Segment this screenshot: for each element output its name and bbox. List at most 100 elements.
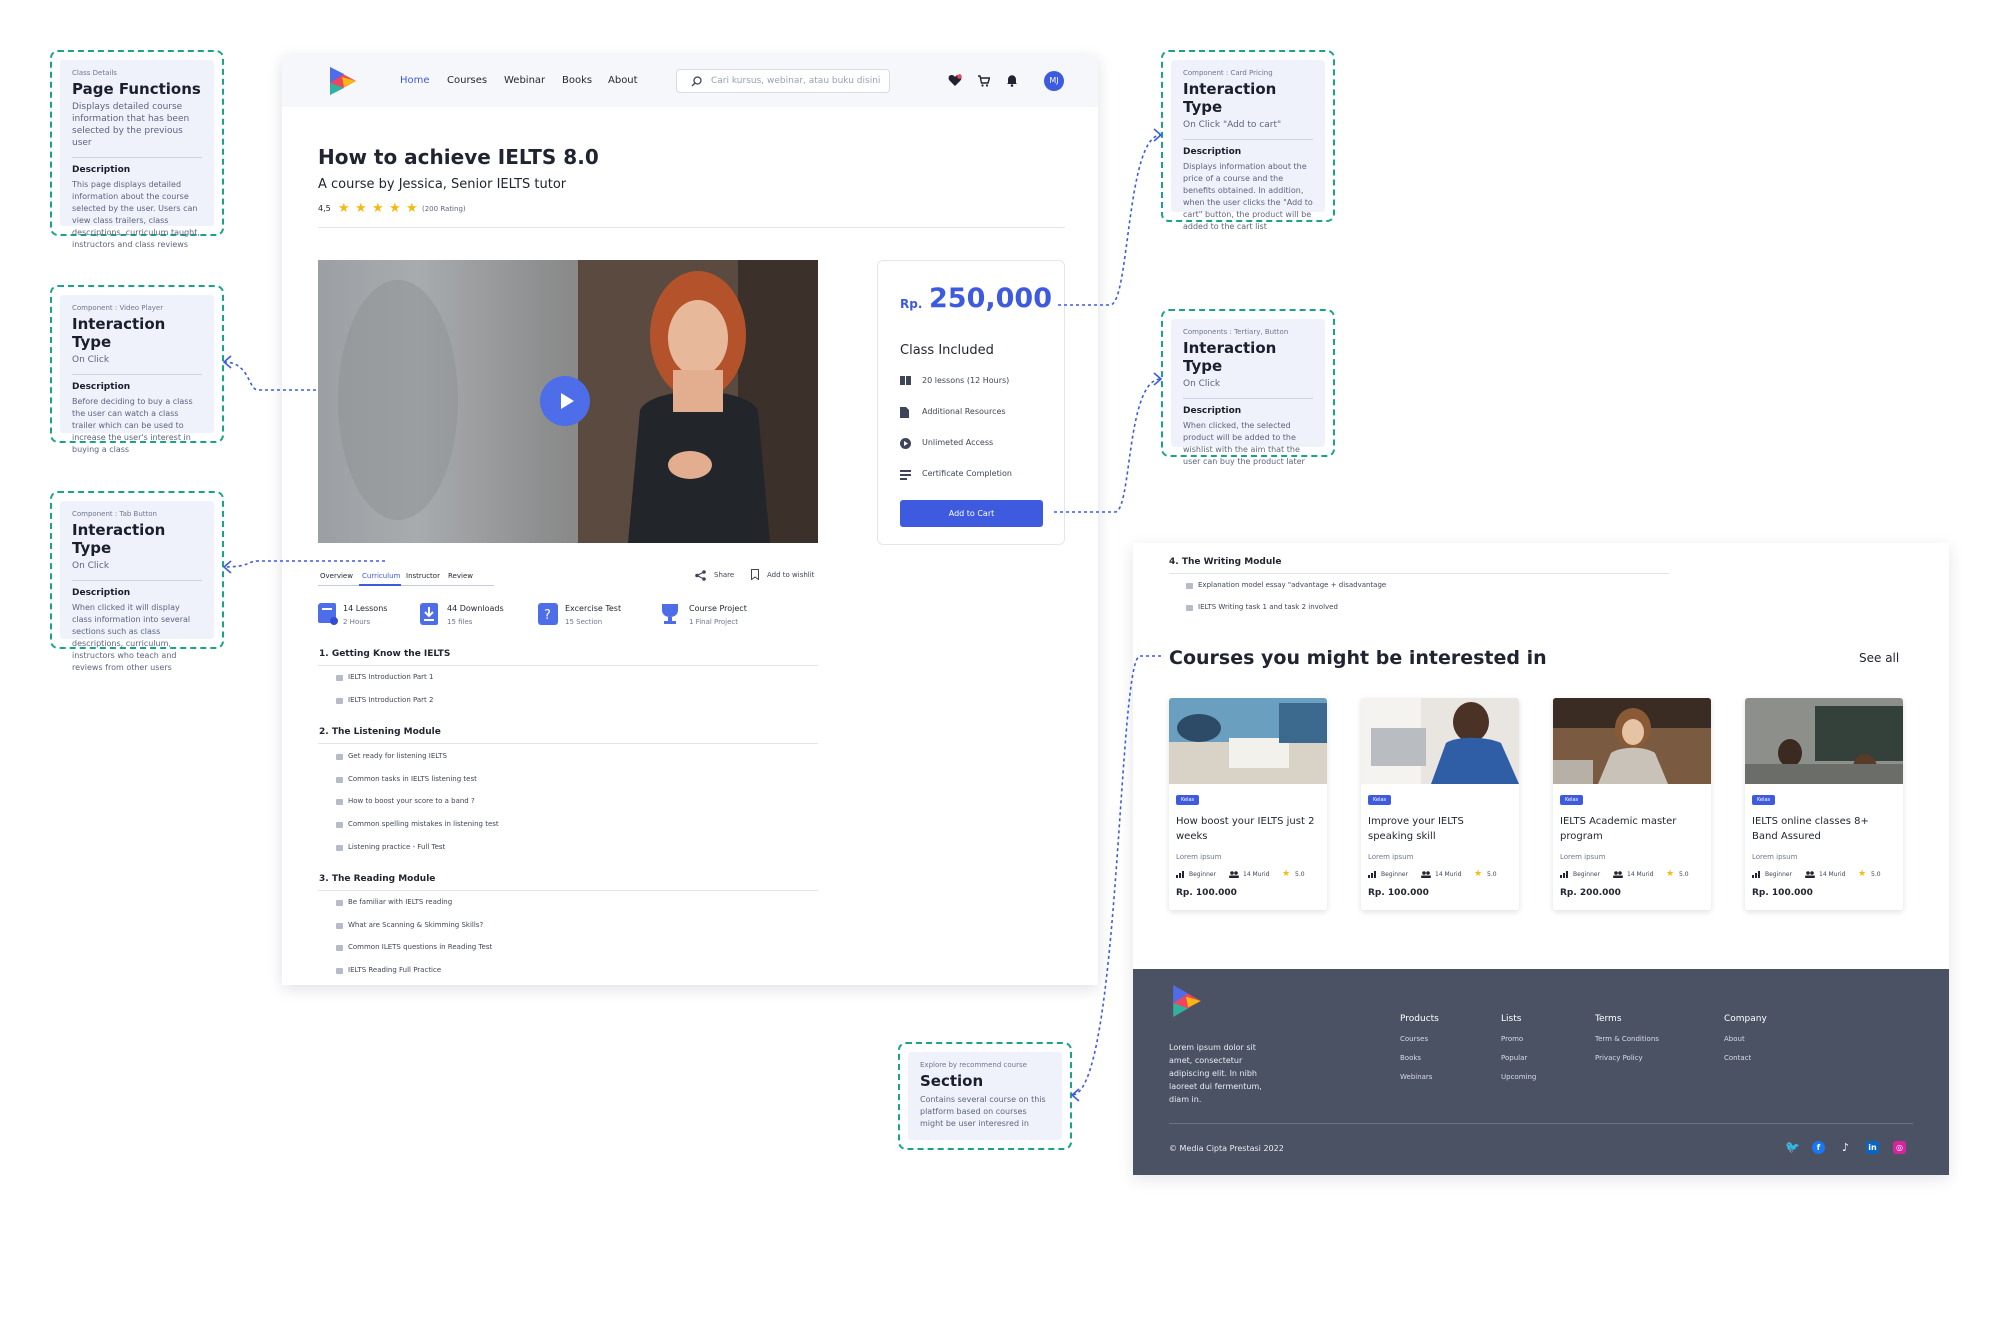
lock-icon [1186, 605, 1193, 611]
course-score: 5.0 [1295, 871, 1305, 878]
footer-link[interactable]: Term & Conditions [1595, 1035, 1659, 1043]
tab-underline [318, 585, 494, 586]
module-title[interactable]: 4. The Writing Module [1169, 557, 1281, 567]
course-badge: Kelas [1176, 795, 1200, 805]
annotation-title: Interaction Type [72, 315, 166, 351]
lesson-item[interactable]: Get ready for listening IELTS [348, 752, 447, 760]
footer-link[interactable]: Promo [1501, 1035, 1523, 1043]
course-card[interactable]: Kelas Improve your IELTS speaking skill … [1361, 698, 1519, 910]
tab-review[interactable]: Review [448, 572, 473, 580]
footer-link[interactable]: Webinars [1400, 1073, 1432, 1081]
brand-logo[interactable] [1169, 983, 1203, 1019]
lesson-item[interactable]: IELTS Introduction Part 1 [348, 673, 433, 681]
course-students: 14 Murid [1243, 871, 1270, 878]
twitter-icon[interactable]: 🐦 [1785, 1141, 1800, 1154]
divider [72, 157, 202, 158]
annotation-subtitle: Components : Tertiary, Button [1183, 328, 1289, 336]
facebook-icon[interactable]: f [1812, 1141, 1825, 1154]
lesson-item[interactable]: Be familiar with IELTS reading [348, 898, 452, 906]
footer-column-title: Products [1400, 1014, 1439, 1024]
instagram-icon[interactable]: ◎ [1893, 1141, 1906, 1154]
divider [318, 665, 818, 666]
tab-overview[interactable]: Overview [320, 572, 353, 580]
annotation-subtitle: Component : Tab Button [72, 510, 157, 518]
course-card-image [1745, 698, 1903, 784]
course-badge: Kelas [1368, 795, 1392, 805]
course-level: Beginner [1765, 871, 1793, 878]
lesson-item[interactable]: Common tasks in IELTS listening test [348, 775, 477, 783]
brand-logo[interactable] [326, 65, 358, 97]
lock-icon [336, 777, 343, 783]
course-card[interactable]: Kelas IELTS online classes 8+ Band Assur… [1745, 698, 1903, 910]
lesson-item[interactable]: Common spelling mistakes in listening te… [348, 820, 499, 828]
module-title[interactable]: 3. The Reading Module [319, 874, 435, 884]
stat-subtitle: 15 files [447, 618, 473, 626]
price-currency: Rp. [900, 297, 923, 311]
footer-link[interactable]: Privacy Policy [1595, 1054, 1643, 1062]
wishlist-heart-icon[interactable] [948, 74, 962, 87]
nav-link-webinar[interactable]: Webinar [504, 75, 545, 86]
see-all-link[interactable]: See all [1859, 651, 1899, 665]
course-students: 14 Murid [1819, 871, 1846, 878]
video-player[interactable] [318, 260, 818, 543]
lesson-item[interactable]: Common ILETS questions in Reading Test [348, 943, 492, 951]
lock-icon [336, 900, 343, 906]
annotation-desc-heading: Description [72, 382, 131, 392]
tab-curriculum[interactable]: Curriculum [362, 572, 400, 580]
nav-link-home[interactable]: Home [400, 75, 430, 86]
tab-instructor[interactable]: Instructor [406, 572, 440, 580]
lessons-icon [318, 603, 338, 625]
search-input[interactable]: Cari kursus, webinar, atau buku disini [711, 76, 880, 86]
footer-link[interactable]: Courses [1400, 1035, 1428, 1043]
add-to-cart-button[interactable]: Add to Cart [900, 500, 1043, 527]
page-title: How to achieve IELTS 8.0 [318, 145, 599, 169]
level-bars-icon [1560, 871, 1568, 878]
lesson-item[interactable]: Listening practice - Full Test [348, 843, 445, 851]
lesson-item[interactable]: Explanation model essay "advantage + dis… [1198, 581, 1386, 589]
linkedin-icon[interactable]: in [1866, 1141, 1879, 1154]
share-button[interactable]: Share [714, 571, 734, 579]
footer-link[interactable]: Books [1400, 1054, 1421, 1062]
footer-link[interactable]: About [1724, 1035, 1745, 1043]
course-card-image [1169, 698, 1327, 784]
footer-link[interactable]: Popular [1501, 1054, 1527, 1062]
module-title[interactable]: 1. Getting Know the IELTS [319, 649, 450, 659]
course-card-title: IELTS Academic master program [1560, 816, 1677, 842]
star-icon: ★ [406, 201, 418, 216]
search-bar[interactable]: Cari kursus, webinar, atau buku disini [676, 69, 890, 93]
lesson-item[interactable]: IELTS Writing task 1 and task 2 involved [1198, 603, 1338, 611]
class-included-item: Unlimeted Access [922, 438, 994, 447]
nav-link-books[interactable]: Books [562, 75, 592, 86]
course-badge: Kelas [1560, 795, 1584, 805]
footer-link[interactable]: Contact [1724, 1054, 1751, 1062]
footer-column-title: Lists [1501, 1014, 1522, 1024]
download-icon [420, 603, 438, 625]
annotation-desc: When clicked, the selected product will … [1183, 421, 1305, 466]
bell-icon[interactable] [1006, 74, 1018, 87]
lesson-item[interactable]: How to boost your score to a band ? [348, 797, 475, 805]
lesson-item[interactable]: What are Scanning & Skimming Skills? [348, 921, 483, 929]
certificate-icon [900, 470, 911, 480]
lesson-item[interactable]: IELTS Introduction Part 2 [348, 696, 433, 704]
level-bars-icon [1368, 871, 1376, 878]
star-icon: ★ [355, 201, 367, 216]
avatar[interactable]: MJ [1044, 71, 1064, 91]
bookmark-icon[interactable] [751, 569, 759, 580]
stat-title: 14 Lessons [343, 604, 388, 613]
lesson-item[interactable]: IELTS Reading Full Practice [348, 966, 441, 974]
course-card[interactable]: Kelas How boost your IELTS just 2 weeks … [1169, 698, 1327, 910]
footer-link[interactable]: Upcoming [1501, 1073, 1536, 1081]
star-icon: ★ [338, 201, 350, 216]
tiktok-icon[interactable]: ♪ [1839, 1141, 1852, 1154]
nav-link-about[interactable]: About [608, 75, 638, 86]
share-icon[interactable] [695, 570, 706, 581]
annotation-title: Page Functions [72, 80, 201, 98]
price-amount: 250,000 [929, 283, 1052, 314]
cart-icon[interactable] [978, 75, 990, 87]
annotation-desc-heading: Description [72, 588, 131, 598]
play-button[interactable] [540, 376, 590, 426]
add-to-wishlist-button[interactable]: Add to wishlit [767, 571, 814, 579]
nav-link-courses[interactable]: Courses [447, 75, 487, 86]
course-card[interactable]: Kelas IELTS Academic master program Lore… [1553, 698, 1711, 910]
module-title[interactable]: 2. The Listening Module [319, 727, 441, 737]
